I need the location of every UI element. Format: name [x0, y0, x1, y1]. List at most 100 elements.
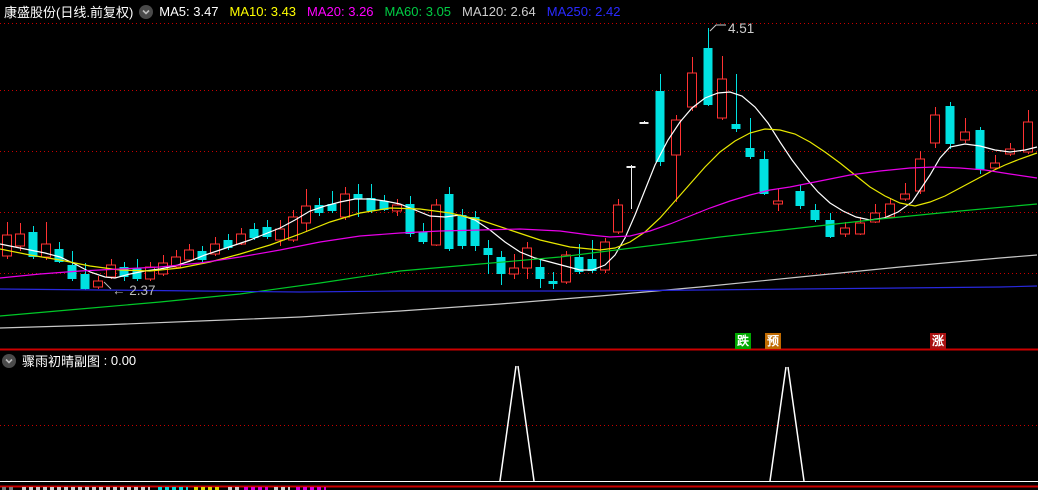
candle-body — [900, 193, 910, 200]
candle-body — [496, 257, 506, 274]
candle[interactable] — [900, 183, 910, 201]
candle[interactable] — [119, 262, 129, 281]
candle-body — [840, 227, 850, 235]
chevron-down-icon[interactable] — [2, 353, 16, 368]
annotation-leader — [709, 24, 726, 32]
signal-tag: 预 — [765, 333, 781, 349]
candle[interactable] — [301, 189, 311, 232]
candle[interactable] — [1023, 110, 1033, 154]
candle[interactable] — [509, 254, 519, 279]
candle[interactable] — [945, 102, 955, 149]
candle-body — [80, 274, 90, 289]
candle[interactable] — [717, 56, 727, 120]
candle[interactable] — [353, 184, 363, 217]
candle-body — [418, 232, 428, 242]
candle-body — [561, 254, 571, 283]
candle-body — [522, 247, 532, 269]
signal-spike — [499, 365, 535, 482]
candle[interactable] — [392, 199, 402, 216]
candle-body — [639, 122, 649, 124]
candle[interactable] — [759, 151, 769, 195]
candle[interactable] — [197, 246, 207, 262]
candle[interactable] — [840, 222, 850, 237]
candle-body — [626, 166, 636, 168]
candle-body — [41, 243, 51, 258]
candle[interactable] — [340, 187, 350, 220]
ma-line-MA10 — [0, 128, 1038, 272]
candle[interactable] — [67, 251, 77, 281]
price-annotation: 4.51 — [728, 21, 754, 36]
candle-body — [975, 130, 985, 170]
candle[interactable] — [687, 57, 697, 111]
ma-line-MA60 — [0, 203, 1038, 317]
candle[interactable] — [1005, 143, 1015, 156]
candle-body — [340, 193, 350, 218]
candle-body — [687, 72, 697, 108]
subchart-separator: : — [100, 353, 111, 368]
candle-body — [184, 249, 194, 261]
candle-body — [275, 228, 285, 241]
price-annotation: ← 2.37 — [112, 283, 156, 298]
candle[interactable] — [470, 211, 480, 251]
candle-body — [717, 78, 727, 119]
trading-app-window: 康盛股份(日线.前复权) MA5: 3.47 MA10: 3.43 MA20: 3.… — [0, 0, 1038, 490]
candle-body — [945, 106, 955, 144]
candle[interactable] — [613, 199, 623, 234]
candle[interactable] — [773, 189, 783, 211]
candle-body — [731, 124, 741, 129]
candle-body — [795, 191, 805, 206]
chart-canvas[interactable]: 4.51 ← 2.37 — [0, 0, 1038, 490]
candle[interactable] — [184, 244, 194, 262]
candle[interactable] — [262, 220, 272, 239]
candle[interactable] — [731, 74, 741, 132]
candle-body — [671, 119, 681, 156]
candle[interactable] — [496, 251, 506, 285]
candle[interactable] — [444, 187, 454, 251]
candle[interactable] — [405, 196, 415, 237]
signal-tag: 跌 — [735, 333, 751, 349]
candle[interactable] — [158, 255, 168, 276]
candle-body — [745, 148, 755, 157]
candle-body — [444, 194, 454, 249]
candle-body — [301, 205, 311, 224]
candle[interactable] — [960, 118, 970, 143]
candle[interactable] — [431, 199, 441, 246]
candle-body — [655, 91, 665, 162]
candle[interactable] — [535, 260, 545, 288]
candle[interactable] — [745, 118, 755, 159]
candle-body — [990, 162, 1000, 169]
candle-body — [810, 210, 820, 220]
candle[interactable] — [28, 226, 38, 259]
candle[interactable] — [795, 185, 805, 209]
signal-spike — [769, 366, 805, 482]
ma-line-MA5 — [0, 91, 1038, 279]
candle[interactable] — [930, 107, 940, 148]
candle[interactable] — [810, 204, 820, 222]
candle[interactable] — [626, 165, 636, 209]
candle[interactable] — [855, 217, 865, 235]
candle[interactable] — [639, 121, 649, 124]
candle[interactable] — [655, 74, 665, 166]
candle-body — [93, 280, 103, 288]
candle-body — [870, 212, 880, 223]
candle-body — [960, 131, 970, 141]
candle-body — [28, 232, 38, 257]
ma-line-MA250 — [0, 285, 1038, 293]
candle-body — [509, 267, 519, 275]
candle[interactable] — [600, 238, 610, 273]
candle[interactable] — [2, 222, 12, 259]
ma-line-MA20 — [0, 166, 1038, 279]
candle-body — [548, 281, 558, 284]
candle[interactable] — [418, 223, 428, 244]
candle[interactable] — [915, 151, 925, 194]
candle[interactable] — [93, 276, 103, 289]
candle[interactable] — [483, 240, 493, 274]
subchart-title: 骤雨初晴副图 — [22, 354, 101, 369]
subchart-value: 0.00 — [110, 353, 137, 368]
candle[interactable] — [975, 127, 985, 174]
candle[interactable] — [703, 28, 713, 106]
candle-body — [15, 233, 25, 247]
candle[interactable] — [587, 240, 597, 273]
candle[interactable] — [548, 272, 558, 289]
candle[interactable] — [327, 191, 337, 213]
